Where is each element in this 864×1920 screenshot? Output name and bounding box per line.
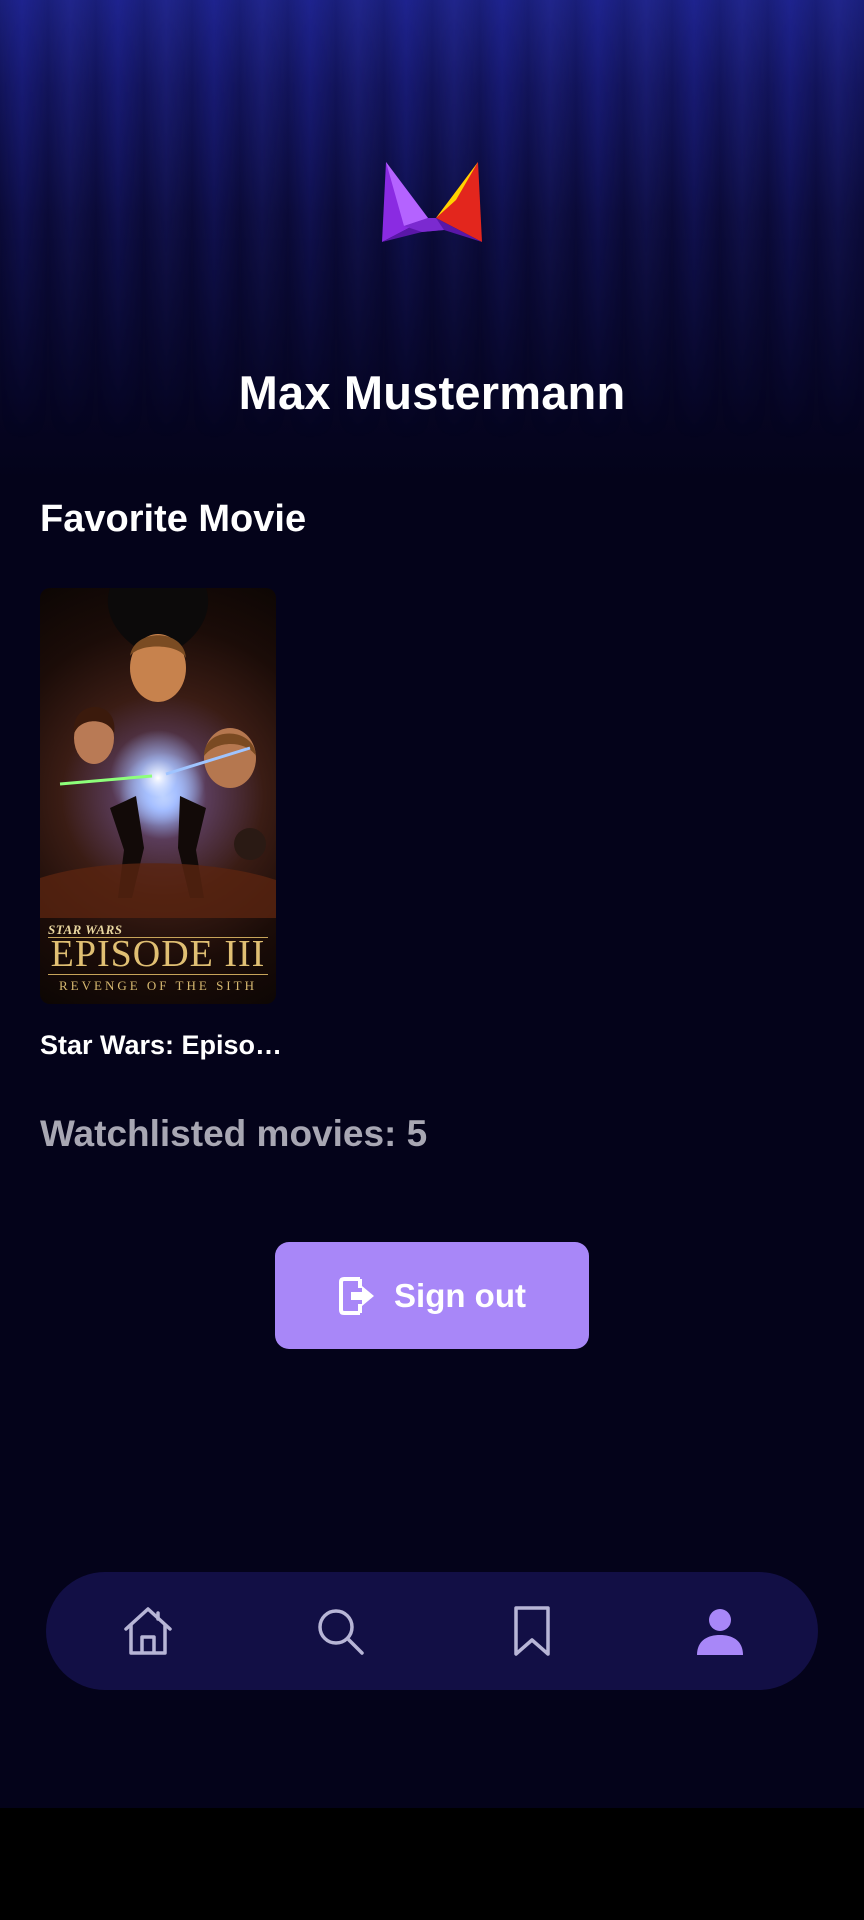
favorite-movie-title[interactable]: Star Wars: Episo… [40, 1030, 280, 1061]
sign-out-icon [339, 1276, 375, 1315]
nav-home[interactable] [114, 1597, 182, 1665]
home-icon [124, 1607, 172, 1655]
bookmark-icon [514, 1606, 550, 1656]
user-name: Max Mustermann [238, 366, 626, 419]
nav-profile[interactable] [686, 1597, 754, 1665]
favorite-movie-heading: Favorite Movie [40, 498, 307, 540]
bottom-navigation [46, 1572, 818, 1690]
app-logo [382, 162, 482, 242]
poster-rule-bottom [48, 974, 268, 975]
watchlist-count: Watchlisted movies: 5 [40, 1113, 428, 1154]
nav-search[interactable] [306, 1597, 374, 1665]
profile-screen: Max Mustermann Favorite Movie STAR WARS … [0, 0, 864, 1808]
sign-out-label: Sign out [394, 1276, 526, 1314]
favorite-movie-poster[interactable]: STAR WARS EPISODE III REVENGE OF THE SIT… [40, 588, 276, 1004]
poster-episode-text: EPISODE III [50, 933, 266, 975]
search-icon [318, 1609, 364, 1655]
profile-icon [697, 1609, 743, 1655]
poster-subtitle-text: REVENGE OF THE SITH [59, 978, 257, 993]
nav-watchlist[interactable] [498, 1597, 566, 1665]
sign-out-button[interactable]: Sign out [275, 1242, 589, 1349]
